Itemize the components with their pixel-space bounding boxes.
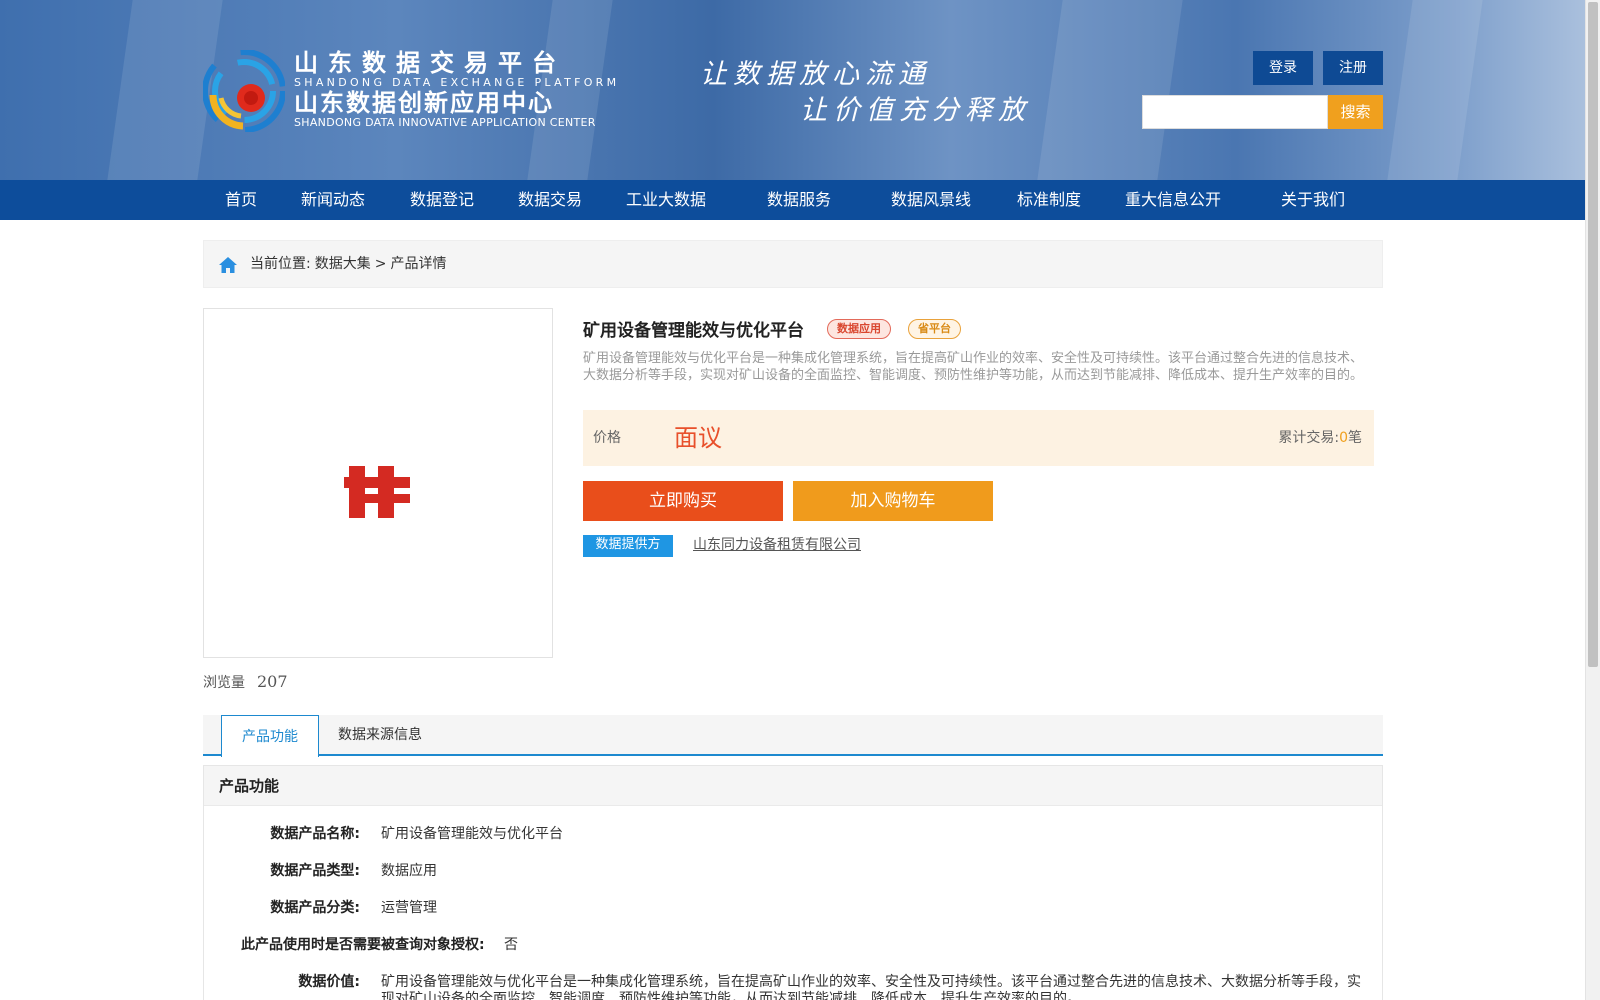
- product-logo-icon: [344, 466, 410, 518]
- tab-data-source-info[interactable]: 数据来源信息: [338, 715, 422, 756]
- section-title: 产品功能: [204, 766, 1382, 806]
- nav-item-data-trading[interactable]: 数据交易: [518, 180, 582, 220]
- nav-item-news[interactable]: 新闻动态: [301, 180, 365, 220]
- login-button[interactable]: 登录: [1253, 51, 1313, 85]
- platform-logo-icon[interactable]: [203, 50, 285, 132]
- detail-tabs: 产品功能 数据来源信息: [203, 715, 1383, 757]
- trade-count-value: 0: [1339, 430, 1348, 446]
- product-description: 矿用设备管理能效与优化平台是一种集成化管理系统，旨在提高矿山作业的效率、安全性及…: [583, 351, 1364, 383]
- price-value: 面议: [674, 424, 722, 452]
- slogan-line-1: 让数据放心流通: [700, 59, 931, 90]
- breadcrumb-separator: >: [374, 256, 387, 272]
- price-label: 价格: [593, 430, 621, 446]
- main-nav: 首页 新闻动态 数据登记 数据交易 工业大数据 数据服务 数据风景线 标准制度 …: [0, 180, 1585, 220]
- row-value: 矿用设备管理能效与优化平台是一种集成化管理系统，旨在提高矿山作业的效率、安全性及…: [381, 974, 1361, 1000]
- brand-subtitle-en: SHANDONG DATA EXCHANGE PLATFORM: [294, 76, 620, 89]
- trade-suffix: 笔: [1348, 430, 1362, 446]
- row-label: 数据产品名称:: [270, 826, 360, 842]
- nav-item-data-registration[interactable]: 数据登记: [410, 180, 474, 220]
- slogan-line-2: 让价值充分释放: [800, 95, 1031, 126]
- price-box: 价格 面议 累计交易:0笔: [583, 410, 1374, 466]
- row-label: 数据产品分类:: [270, 900, 360, 916]
- views-label: 浏览量: [203, 675, 245, 691]
- row-value: 矿用设备管理能效与优化平台: [381, 826, 563, 842]
- view-count: 浏览量 207: [203, 672, 288, 692]
- nav-item-industrial-big-data[interactable]: 工业大数据: [626, 180, 706, 220]
- product-image: [203, 308, 553, 658]
- platform-badge: 省平台: [908, 319, 961, 339]
- buy-now-button[interactable]: 立即购买: [583, 481, 783, 521]
- trade-prefix: 累计交易:: [1278, 430, 1340, 446]
- nav-item-data-landscape[interactable]: 数据风景线: [891, 180, 971, 220]
- provider-link[interactable]: 山东同力设备租赁有限公司: [693, 535, 861, 555]
- home-icon[interactable]: [218, 255, 238, 275]
- search-input[interactable]: [1142, 95, 1328, 129]
- nav-item-about-us[interactable]: 关于我们: [1281, 180, 1345, 220]
- breadcrumb-level-2: 产品详情: [390, 256, 447, 272]
- breadcrumb: 当前位置: 数据大集 > 产品详情: [203, 240, 1383, 288]
- center-title: 山东数据创新应用中心: [294, 89, 554, 117]
- product-type-badge: 数据应用: [827, 319, 891, 339]
- site-header: 山东数据交易平台 SHANDONG DATA EXCHANGE PLATFORM…: [0, 0, 1585, 180]
- product-title: 矿用设备管理能效与优化平台: [583, 321, 804, 341]
- nav-item-data-services[interactable]: 数据服务: [767, 180, 831, 220]
- register-button[interactable]: 注册: [1323, 51, 1383, 85]
- product-features-section: 产品功能 数据产品名称: 矿用设备管理能效与优化平台 数据产品类型: 数据应用 …: [203, 765, 1383, 1000]
- breadcrumb-prefix: 当前位置:: [250, 256, 311, 272]
- breadcrumb-level-1[interactable]: 数据大集: [315, 256, 371, 272]
- breadcrumb-trail: 当前位置: 数据大集 > 产品详情: [250, 241, 450, 287]
- nav-item-standards[interactable]: 标准制度: [1017, 180, 1081, 220]
- row-value: 数据应用: [381, 863, 437, 879]
- trade-count: 累计交易:0笔: [1278, 410, 1362, 466]
- center-subtitle-en: SHANDONG DATA INNOVATIVE APPLICATION CEN…: [294, 116, 596, 129]
- scrollbar-thumb[interactable]: [1588, 2, 1598, 667]
- provider-label: 数据提供方: [583, 535, 673, 557]
- row-value: 运营管理: [381, 900, 437, 916]
- search-button[interactable]: 搜索: [1328, 95, 1383, 129]
- add-to-cart-button[interactable]: 加入购物车: [793, 481, 993, 521]
- nav-item-disclosure[interactable]: 重大信息公开: [1125, 180, 1221, 220]
- brand-title: 山东数据交易平台: [294, 49, 566, 77]
- tab-product-features[interactable]: 产品功能: [221, 715, 319, 757]
- row-label: 数据价值:: [298, 974, 360, 990]
- nav-item-home[interactable]: 首页: [225, 180, 257, 220]
- row-value: 否: [504, 937, 518, 953]
- row-label: 数据产品类型:: [270, 863, 360, 879]
- page-scrollbar[interactable]: [1585, 0, 1600, 1000]
- views-value: 207: [257, 672, 288, 691]
- row-label: 此产品使用时是否需要被查询对象授权:: [241, 937, 485, 953]
- brand-text: 山东数据交易平台 SHANDONG DATA EXCHANGE PLATFORM…: [294, 50, 619, 129]
